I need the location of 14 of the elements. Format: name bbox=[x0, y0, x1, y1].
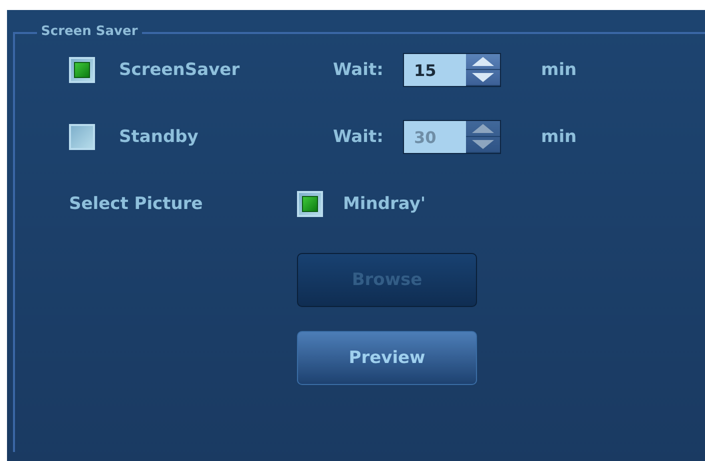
option-label: Standby bbox=[119, 127, 200, 147]
wait-label: Wait: bbox=[333, 60, 384, 80]
unit-label: min bbox=[541, 60, 578, 80]
picture-option-label: Mindray' bbox=[343, 194, 427, 214]
preview-button[interactable]: Preview bbox=[297, 331, 477, 385]
checkbox[interactable] bbox=[297, 191, 323, 217]
wait-label: Wait: bbox=[333, 127, 384, 147]
spin-box[interactable]: 15 bbox=[403, 53, 501, 87]
select-picture-label: Select Picture bbox=[69, 194, 204, 214]
up-arrow-icon[interactable] bbox=[466, 54, 500, 70]
unit-label: min bbox=[541, 127, 578, 147]
down-arrow-icon[interactable] bbox=[466, 70, 500, 86]
option-label: ScreenSaver bbox=[119, 60, 241, 80]
checkbox[interactable] bbox=[69, 57, 95, 83]
